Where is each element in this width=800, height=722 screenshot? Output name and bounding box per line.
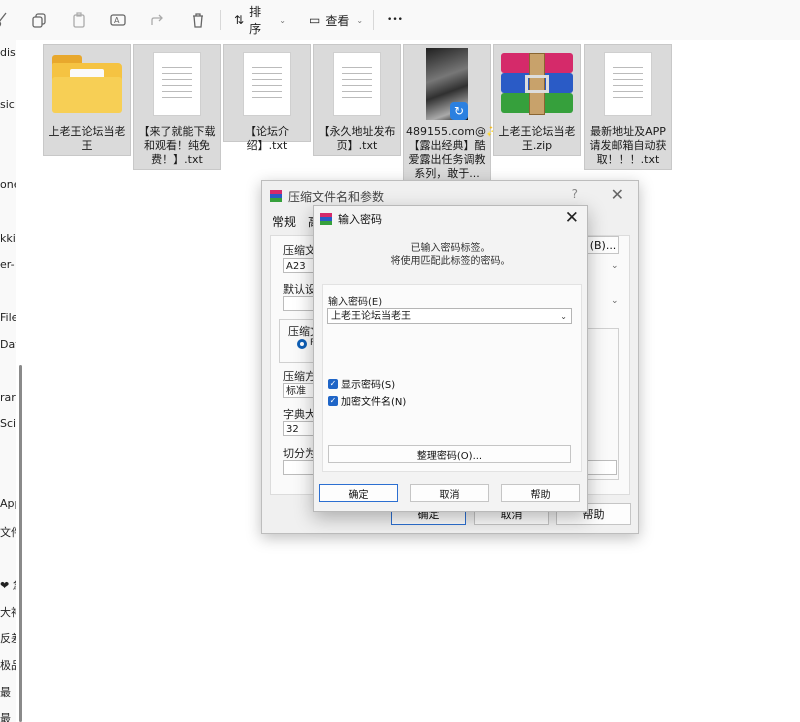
- winrar-icon: [320, 213, 332, 225]
- browse-button[interactable]: (B)...: [587, 236, 619, 254]
- nav-item[interactable]: rar: [0, 391, 16, 404]
- nav-item[interactable]: App: [0, 497, 16, 510]
- nav-item[interactable]: 极品: [0, 657, 16, 673]
- file-item-txt[interactable]: 最新地址及APP请发邮箱自动获取！！！.txt: [584, 44, 672, 170]
- encrypt-filenames-checkbox[interactable]: ✓ 加密文件名(N): [328, 393, 406, 408]
- ok-button[interactable]: 确定: [319, 484, 398, 502]
- cut-icon[interactable]: [0, 8, 8, 32]
- file-item-zip[interactable]: 上老王论坛当老王.zip: [493, 44, 581, 156]
- close-icon[interactable]: ✕: [565, 208, 579, 228]
- chevron-down-icon[interactable]: ⌄: [611, 296, 619, 306]
- enter-password-dialog: 输入密码 ✕ 已输入密码标签。 将使用匹配此标签的密码。 输入密码(E) 上老王…: [313, 205, 588, 512]
- nav-scrollbar[interactable]: [19, 365, 22, 722]
- nav-item[interactable]: sic: [0, 98, 15, 111]
- password-label: 输入密码(E): [328, 297, 383, 308]
- text-file-icon: [314, 45, 400, 123]
- text-file-icon: [134, 45, 220, 123]
- nav-item[interactable]: File: [0, 311, 16, 324]
- dialog-titlebar: 压缩文件名和参数: [270, 186, 384, 206]
- delete-icon[interactable]: [189, 8, 207, 32]
- chevron-down-icon: ⌄: [356, 15, 364, 25]
- file-item-folder[interactable]: 上老王论坛当老王: [43, 44, 131, 156]
- show-password-checkbox[interactable]: ✓ 显示密码(S): [328, 376, 395, 391]
- help-icon[interactable]: ?: [572, 187, 578, 201]
- more-options-button[interactable]: •••: [385, 8, 405, 32]
- view-button[interactable]: ▭ 查看 ⌄: [308, 8, 364, 32]
- nav-item[interactable]: Dat: [0, 338, 16, 351]
- method-label: 压缩方: [283, 370, 316, 383]
- file-name: 489155.com@✨【露出经典】酷爱露出任务调教系列，敢于...: [406, 125, 500, 180]
- nav-item[interactable]: ❤ 急: [0, 577, 16, 593]
- nav-item[interactable]: 反差: [0, 630, 16, 646]
- player-badge-icon: ↻: [450, 102, 468, 120]
- chevron-down-icon[interactable]: ⌄: [611, 261, 619, 271]
- text-file-icon: [585, 45, 671, 123]
- chevron-down-icon[interactable]: ⌄: [560, 309, 567, 324]
- show-password-label: 显示密码(S): [341, 380, 396, 391]
- password-side-field[interactable]: [587, 460, 617, 475]
- paste-icon[interactable]: [70, 8, 88, 32]
- rename-icon[interactable]: A: [109, 8, 127, 32]
- format-radio-button[interactable]: [297, 339, 307, 349]
- svg-text:A: A: [114, 16, 120, 25]
- chevron-down-icon: ⌄: [279, 15, 286, 25]
- file-name: 【论坛介绍】.txt: [245, 125, 289, 152]
- view-label: 查看: [325, 13, 350, 28]
- cancel-button[interactable]: 取消: [410, 484, 489, 502]
- file-name: 上老王论坛当老王: [48, 125, 126, 152]
- info-text-line2: 将使用匹配此标签的密码。: [390, 256, 511, 267]
- file-name: 上老王论坛当老王.zip: [498, 125, 576, 152]
- file-item-txt[interactable]: 【论坛介绍】.txt: [223, 44, 311, 152]
- nav-item[interactable]: 大神: [0, 604, 16, 620]
- split-label: 切分为: [283, 447, 316, 460]
- encrypt-filenames-label: 加密文件名(N): [341, 397, 407, 408]
- nav-item[interactable]: one: [0, 178, 16, 191]
- nav-item[interactable]: dis: [0, 46, 16, 59]
- options-group: [587, 328, 619, 480]
- checkmark-icon: ✓: [328, 378, 338, 389]
- organize-passwords-button[interactable]: 整理密码(O)...: [328, 445, 571, 463]
- file-name: 最新地址及APP请发邮箱自动获取！！！.txt: [589, 125, 667, 166]
- winrar-icon: [270, 190, 282, 202]
- copy-icon[interactable]: [30, 8, 48, 32]
- navigation-pane: dis sic one kki er- File Dat rar Sci App…: [0, 40, 16, 722]
- password-input[interactable]: 上老王论坛当老王 ⌄: [327, 308, 572, 324]
- file-name: 【来了就能下载和观看！纯免费！】.txt: [138, 125, 216, 166]
- sort-label: 排序: [249, 5, 262, 36]
- nav-item[interactable]: 最: [0, 684, 11, 700]
- sort-button[interactable]: ⇅ 排序 ⌄: [234, 5, 286, 36]
- help-button[interactable]: 帮助: [501, 484, 580, 502]
- nav-item[interactable]: 最: [0, 710, 11, 722]
- toolbar-divider: [220, 10, 221, 30]
- folder-icon: [44, 45, 130, 123]
- dialog-titlebar: 输入密码: [320, 209, 382, 229]
- text-file-icon: [224, 45, 310, 123]
- view-icon: ▭: [308, 13, 321, 27]
- sort-icon: ⇅: [234, 13, 245, 27]
- nav-item[interactable]: er-: [0, 258, 15, 271]
- dialog-title: 压缩文件名和参数: [288, 189, 385, 204]
- password-value: 上老王论坛当老王: [331, 311, 411, 322]
- nav-item[interactable]: kki: [0, 232, 16, 245]
- tab-general[interactable]: 常规: [272, 213, 296, 230]
- dialog-title: 输入密码: [338, 213, 382, 226]
- winrar-archive-icon: [494, 45, 580, 123]
- file-item-txt[interactable]: 【永久地址发布页】.txt: [313, 44, 401, 156]
- file-item-video[interactable]: ↻ 489155.com@✨【露出经典】酷爱露出任务调教系列，敢于...: [403, 44, 500, 182]
- close-icon[interactable]: ✕: [611, 185, 624, 204]
- command-bar: A ⇅ 排序 ⌄ ▭ 查看 ⌄ •••: [0, 0, 800, 40]
- nav-item[interactable]: Sci: [0, 417, 16, 430]
- checkmark-icon: ✓: [328, 395, 338, 406]
- toolbar-divider: [373, 10, 374, 30]
- file-name: 【永久地址发布页】.txt: [318, 125, 396, 152]
- video-thumbnail: ↻: [404, 45, 490, 123]
- file-item-txt[interactable]: 【来了就能下载和观看！纯免费！】.txt: [133, 44, 221, 170]
- nav-item[interactable]: 文件: [0, 524, 16, 540]
- share-icon[interactable]: [149, 8, 167, 32]
